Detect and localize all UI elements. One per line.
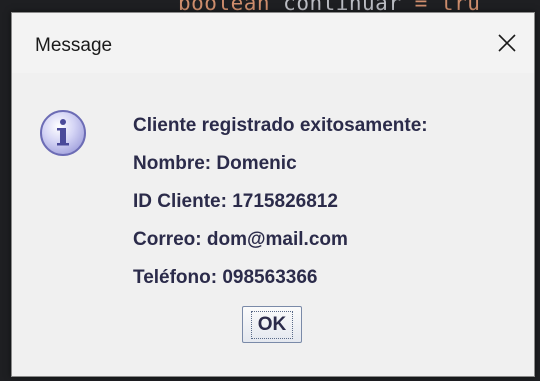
message-text: Cliente registrado exitosamente: Nombre:… xyxy=(133,107,428,297)
message-line-nombre: Nombre: Domenic xyxy=(133,153,297,174)
close-icon xyxy=(498,34,516,52)
message-line-header: Cliente registrado exitosamente: xyxy=(133,115,428,136)
message-dialog: Message Cliente registrado exitosamente:… xyxy=(11,12,535,377)
dialog-content: Cliente registrado exitosamente: Nombre:… xyxy=(12,73,534,378)
dialog-titlebar[interactable]: Message xyxy=(12,13,534,73)
ok-button[interactable]: OK xyxy=(242,306,302,343)
message-line-id: ID Cliente: 1715826812 xyxy=(133,191,338,212)
close-button[interactable] xyxy=(480,13,534,73)
dialog-title: Message xyxy=(35,35,113,56)
information-icon xyxy=(40,110,86,156)
ok-button-label: OK xyxy=(250,310,294,339)
message-line-telefono: Teléfono: 098563366 xyxy=(133,267,318,288)
message-line-correo: Correo: dom@mail.com xyxy=(133,229,348,250)
